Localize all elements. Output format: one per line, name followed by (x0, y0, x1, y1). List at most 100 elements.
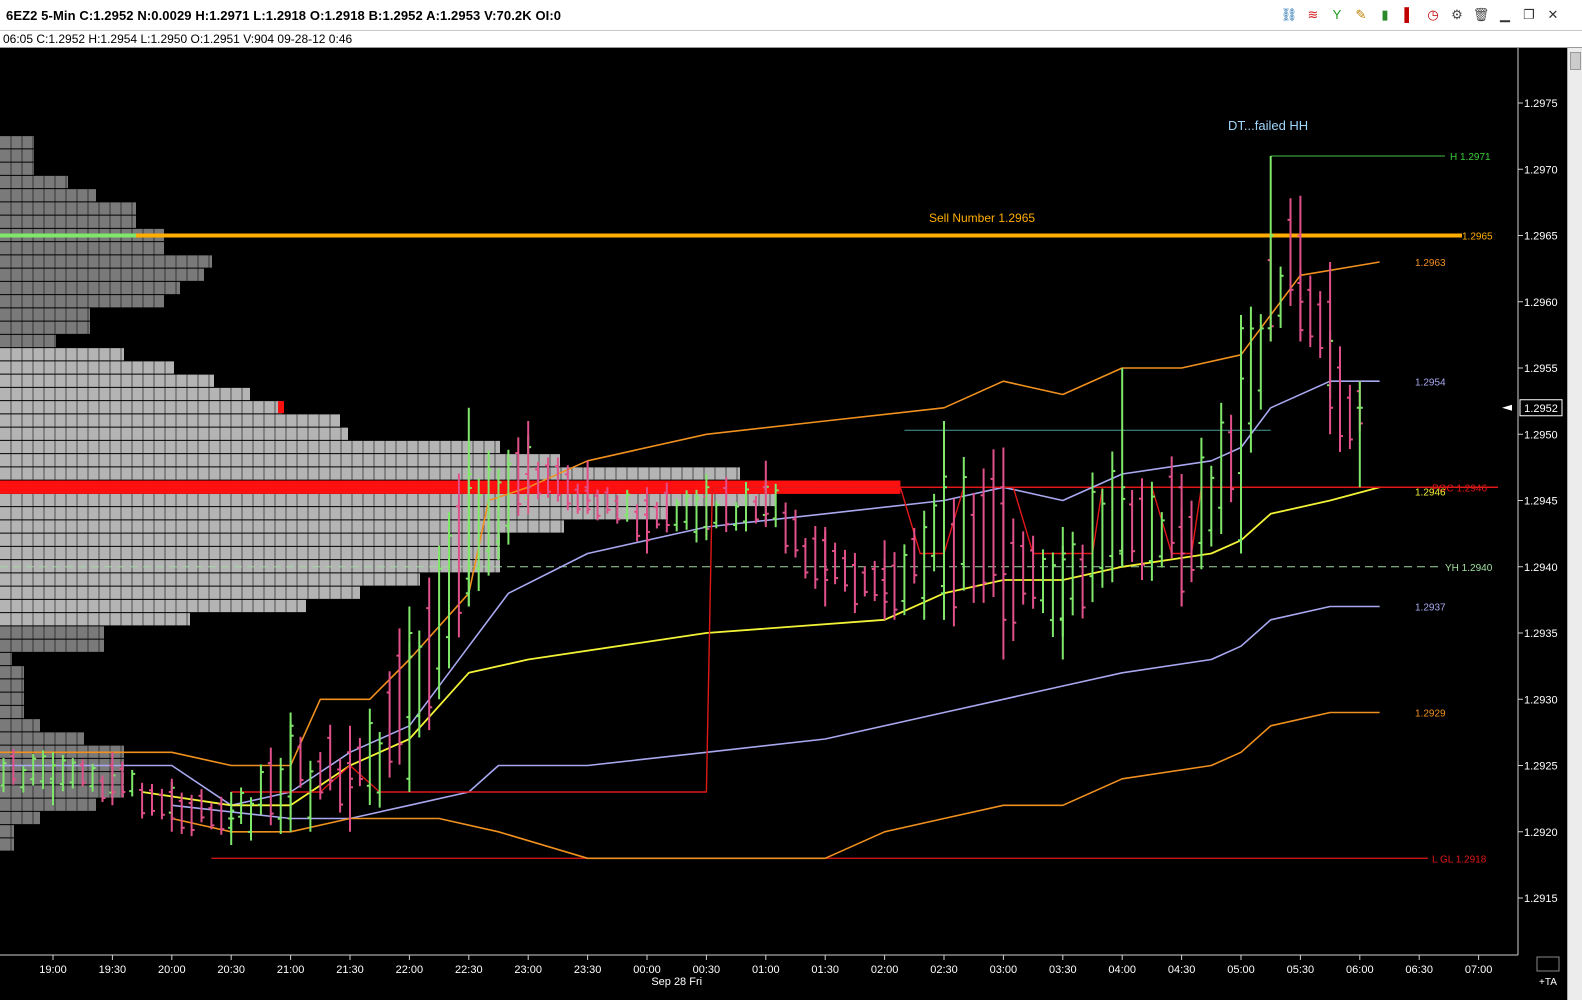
profile-row (0, 202, 136, 215)
y-tick-label: 1.2930 (1524, 694, 1558, 706)
ohlc-bar (1129, 490, 1136, 562)
bar-info-text: 06:05 C:1.2952 H:1.2954 L:1.2950 O:1.295… (3, 32, 353, 46)
y-tick-label: 1.2960 (1524, 297, 1558, 309)
profile-row (0, 189, 96, 202)
low-label: L GL 1.2918 (1432, 854, 1487, 865)
ohlc-bar (851, 552, 858, 614)
profile-row (0, 692, 24, 705)
ohlc-bar (277, 757, 284, 834)
scrollbar-thumb[interactable] (1570, 52, 1581, 70)
ohlc-bar (376, 731, 383, 808)
y-tick-label: 1.2950 (1524, 429, 1558, 441)
profile-row (0, 467, 740, 480)
restore-icon[interactable]: ❐ (1520, 6, 1538, 24)
chart-waves-icon[interactable]: ≋ (1304, 6, 1322, 24)
key-ohlc-bar (881, 540, 888, 620)
x-tick-label: 02:30 (930, 964, 958, 976)
y-tick-label: 1.2940 (1524, 562, 1558, 574)
y-tick-label: 1.2955 (1524, 363, 1558, 375)
red-level-line (231, 486, 1380, 793)
ohlc-bar (1148, 481, 1155, 581)
link-icon[interactable]: ⛓ (1280, 6, 1298, 24)
y-tick-label: 1.2920 (1524, 827, 1558, 839)
profile-row (0, 798, 96, 811)
ohlc-bar (980, 468, 987, 603)
ohlc-bar (337, 758, 344, 813)
ohlc-bar (1228, 414, 1235, 503)
key-ohlc-bar (1327, 262, 1334, 435)
price-chart[interactable]: DT...failed HH Sell Number 1.2965 H 1.2971… (0, 48, 1568, 1000)
ohlc-bar (129, 769, 136, 797)
x-tick-label: 00:00 (633, 964, 661, 976)
profile-marker (278, 401, 284, 414)
clock-icon[interactable]: ◷ (1424, 6, 1442, 24)
x-tick-label: 23:30 (574, 964, 602, 976)
ohlc-bar (297, 736, 304, 788)
y-tick-label: 1.2935 (1524, 628, 1558, 640)
x-tick-label: 01:00 (752, 964, 780, 976)
profile-row (0, 573, 420, 586)
profile-row (0, 295, 164, 308)
profile-row (0, 361, 174, 374)
y-tick-label: 1.2925 (1524, 761, 1558, 773)
indicator-icon[interactable]: Y (1328, 6, 1346, 24)
x-tick-label: 00:30 (693, 964, 721, 976)
ohlc-bar (911, 527, 918, 584)
lower-band-line (171, 711, 1380, 860)
vertical-scrollbar[interactable] (1567, 48, 1582, 1000)
ohlc-bar (1168, 456, 1175, 559)
x-tick-label: 02:00 (871, 964, 899, 976)
key-ohlc-bar (1178, 474, 1185, 607)
chart-toolbar: ⛓ ≋ Y ✎ ▮ ▌ ◷ ⚙ 🗑 ▁ ❐ ✕ (1280, 6, 1568, 24)
profile-row (0, 533, 500, 546)
ohlc-bar (782, 502, 789, 554)
x-tick-label: 06:00 (1346, 964, 1374, 976)
minimize-icon[interactable]: ▁ (1496, 6, 1514, 24)
profile-row (0, 215, 136, 228)
x-tick-label: 20:30 (217, 964, 245, 976)
x-tick-label: 19:00 (39, 964, 67, 976)
profile-row (0, 414, 340, 427)
profile-row (0, 705, 24, 719)
ohlc-bar (1208, 465, 1215, 547)
profile-row (0, 255, 212, 268)
ohlc-bar (950, 498, 957, 627)
key-ohlc-bar (1267, 156, 1274, 342)
ohlc-bar (1069, 531, 1076, 616)
ohlc-bar (416, 630, 423, 738)
x-tick-label: 21:00 (277, 964, 305, 976)
key-ohlc-bar (1059, 527, 1066, 660)
close-icon[interactable]: ✕ (1544, 6, 1562, 24)
draw-pencil-icon[interactable]: ✎ (1352, 6, 1370, 24)
ohlc-bar (158, 788, 165, 820)
ohlc-bar (257, 764, 264, 815)
candle-icon[interactable]: ▌ (1400, 6, 1418, 24)
dt-failed-hh-note: DT...failed HH (1228, 118, 1308, 133)
x-tick-label: 20:00 (158, 964, 186, 976)
high-label: H 1.2971 (1450, 152, 1491, 163)
ohlc-bar (1307, 275, 1314, 348)
ohlc-bar (901, 544, 908, 616)
profile-row (0, 162, 34, 175)
bar-chart-icon[interactable]: ▮ (1376, 6, 1394, 24)
trash-icon[interactable]: 🗑 (1472, 6, 1490, 24)
chart-options-icon[interactable] (1536, 956, 1560, 972)
x-tick-label: 19:30 (99, 964, 127, 976)
x-tick-label: 22:30 (455, 964, 483, 976)
ohlc-bar (891, 552, 898, 620)
profile-row (0, 838, 14, 851)
x-tick-label: 05:00 (1227, 964, 1255, 976)
x-tick-label: 01:30 (811, 964, 839, 976)
profile-row (0, 242, 164, 255)
ohlc-bar (426, 577, 433, 731)
profile-row (0, 427, 348, 440)
ohlc-bar (1287, 198, 1294, 306)
settings-icon[interactable]: ⚙ (1448, 6, 1466, 24)
profile-row (0, 666, 24, 679)
key-ohlc-bar (1297, 195, 1304, 342)
key-ohlc-bar (1000, 447, 1007, 660)
ohlc-bar (267, 747, 274, 826)
y-tick-label: 1.2945 (1524, 496, 1558, 508)
upper-band-label: 1.2963 (1415, 258, 1446, 269)
profile-row (0, 268, 204, 281)
